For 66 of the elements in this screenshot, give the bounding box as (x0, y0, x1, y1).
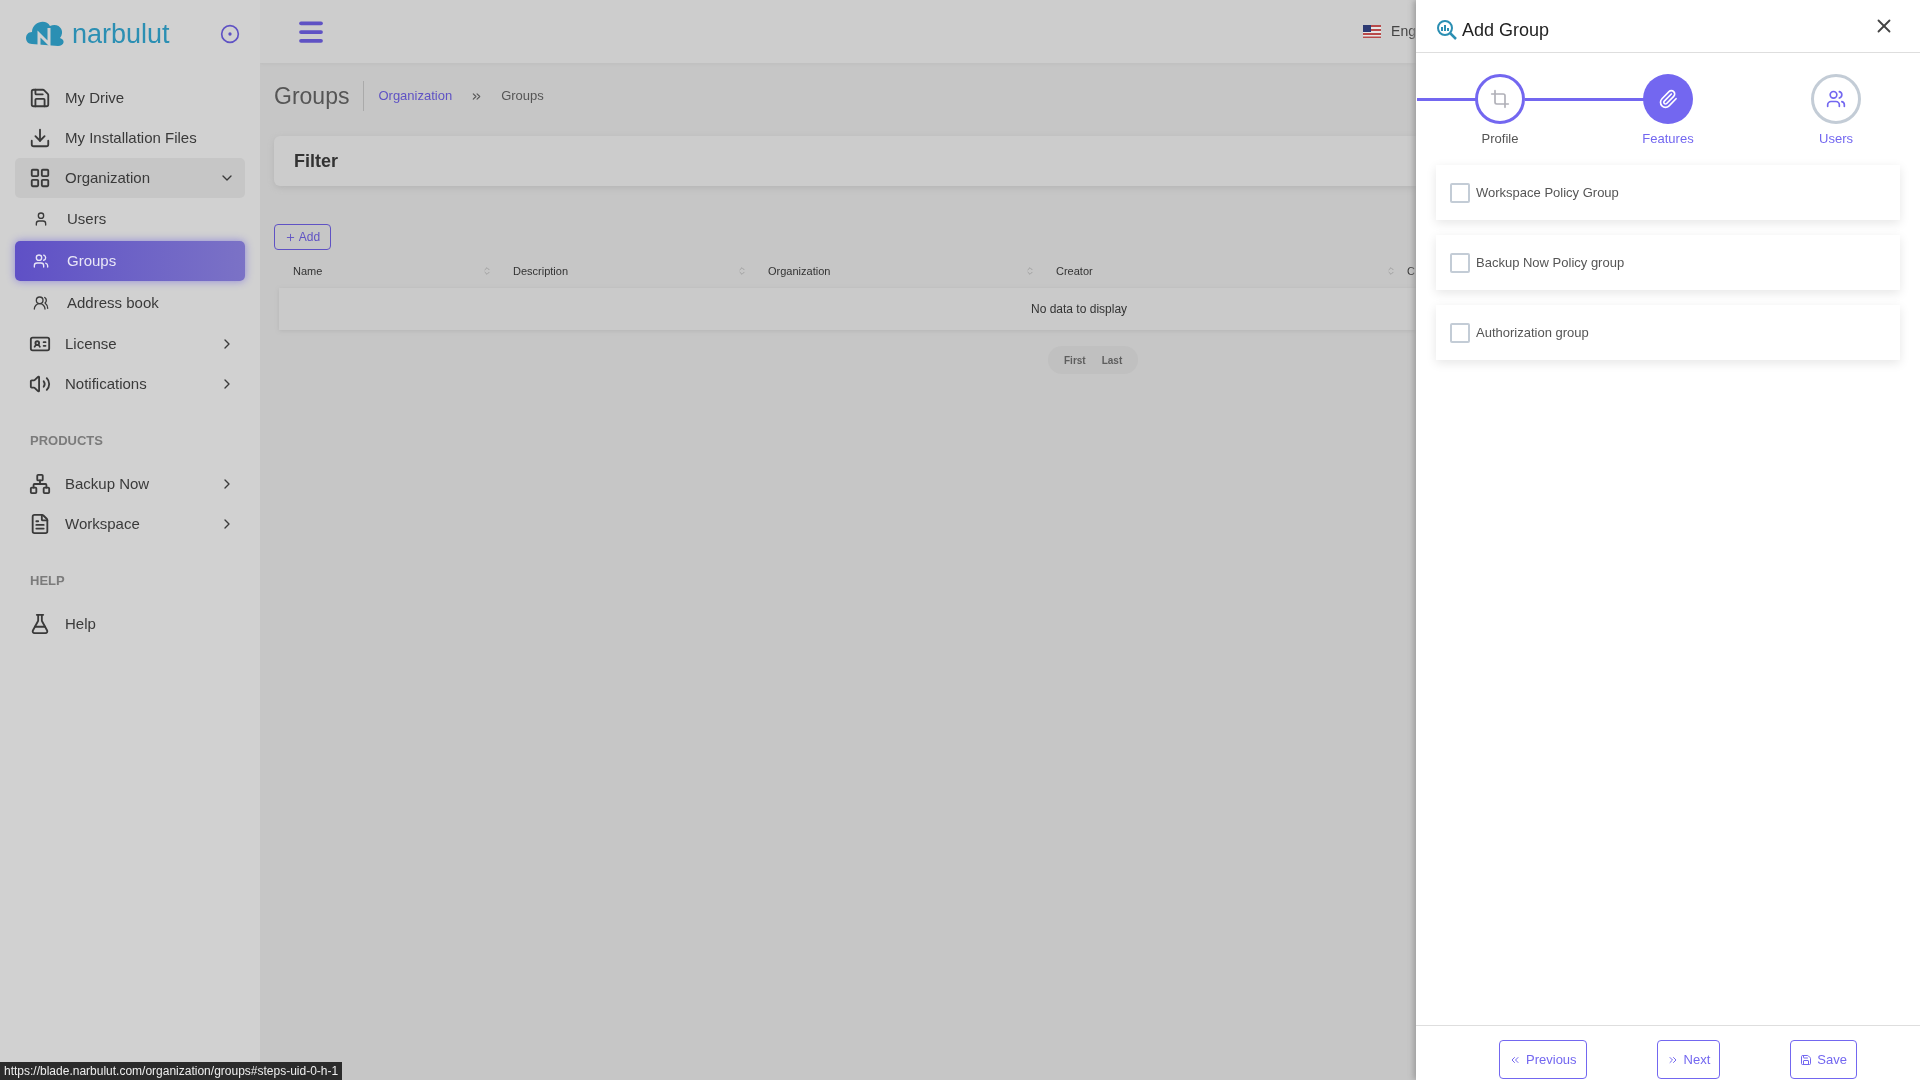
option-card[interactable]: Backup Now Policy group (1436, 235, 1900, 290)
step-connector (1417, 98, 1477, 101)
sort-icon (1025, 265, 1035, 277)
sidebar-item[interactable]: Notifications (15, 364, 245, 404)
pagination-button[interactable]: Last (1095, 352, 1129, 368)
users-icon (33, 295, 49, 311)
status-url: https://blade.narbulut.com/organization/groups#steps-uid-0-h-1 (0, 1062, 343, 1080)
users-icon (33, 253, 49, 269)
paperclip-icon (1658, 89, 1678, 109)
pagination-button[interactable]: First (1058, 352, 1092, 368)
column-header[interactable]: Creator (1043, 262, 1404, 280)
column-header[interactable]: C (1404, 262, 1416, 280)
logo-text: narbulut (72, 20, 170, 48)
sidebar-subitem[interactable]: Address book (15, 283, 245, 323)
option-card[interactable]: Workspace Policy Group (1436, 165, 1900, 220)
breadcrumb-current: Groups (501, 87, 544, 106)
sidebar-subitem[interactable]: Groups (15, 241, 245, 281)
filter-card[interactable]: Filter (274, 136, 1416, 186)
add-button[interactable]: Add (274, 224, 331, 250)
checkbox[interactable] (1450, 322, 1470, 343)
step-label[interactable]: Users (1819, 129, 1853, 149)
sidebar-item[interactable]: Help (15, 604, 245, 644)
option-label: Workspace Policy Group (1476, 183, 1619, 202)
network-icon (29, 473, 51, 495)
next-button[interactable]: Next (1656, 1040, 1721, 1079)
checkbox[interactable] (1450, 252, 1470, 273)
section-heading: HELP (30, 573, 65, 588)
sort-icon (1386, 265, 1396, 277)
previous-button[interactable]: Previous (1499, 1040, 1587, 1079)
sidebar-item[interactable]: Backup Now (15, 464, 245, 504)
target-icon[interactable] (220, 24, 240, 44)
sidebar-item[interactable]: My Drive (15, 78, 245, 118)
breadcrumb-link[interactable]: Organization (378, 86, 453, 106)
column-header[interactable]: Organization (755, 262, 1043, 280)
column-header[interactable]: Name (280, 262, 500, 280)
column-header[interactable]: Description (500, 262, 755, 280)
empty-table-row: No data to display (279, 288, 1416, 330)
option-label: Authorization group (1476, 323, 1589, 342)
sidebar-item[interactable]: License (15, 324, 245, 364)
language-label[interactable]: Eng (1391, 21, 1416, 42)
speaker-icon (29, 373, 51, 395)
crop-icon (1490, 89, 1510, 109)
sidebar-item[interactable]: My Installation Files (15, 118, 245, 158)
sidebar-item[interactable]: Organization (15, 158, 245, 198)
flask-icon (29, 613, 51, 635)
step-label[interactable]: Features (1642, 129, 1694, 149)
save-button[interactable]: Save (1790, 1040, 1857, 1079)
sort-icon (737, 265, 747, 277)
grid-icon (29, 167, 51, 189)
step-label[interactable]: Profile (1481, 129, 1519, 149)
sidebar-item[interactable]: Workspace (15, 504, 245, 544)
search-chart-icon (1436, 19, 1458, 41)
drawer-title: Add Group (1462, 18, 1550, 42)
option-label: Backup Now Policy group (1476, 253, 1625, 272)
user-icon (33, 211, 49, 227)
plus-icon (284, 231, 296, 243)
document-icon (29, 513, 51, 535)
section-heading: PRODUCTS (30, 433, 103, 448)
sort-icon (482, 265, 492, 277)
page-title: Groups (274, 81, 365, 111)
checkbox[interactable] (1450, 182, 1470, 203)
download-icon (29, 127, 51, 149)
flag-icon[interactable] (1363, 25, 1382, 38)
option-card[interactable]: Authorization group (1436, 305, 1900, 360)
sidebar-subitem[interactable]: Users (15, 199, 245, 239)
users-icon (1826, 89, 1846, 109)
